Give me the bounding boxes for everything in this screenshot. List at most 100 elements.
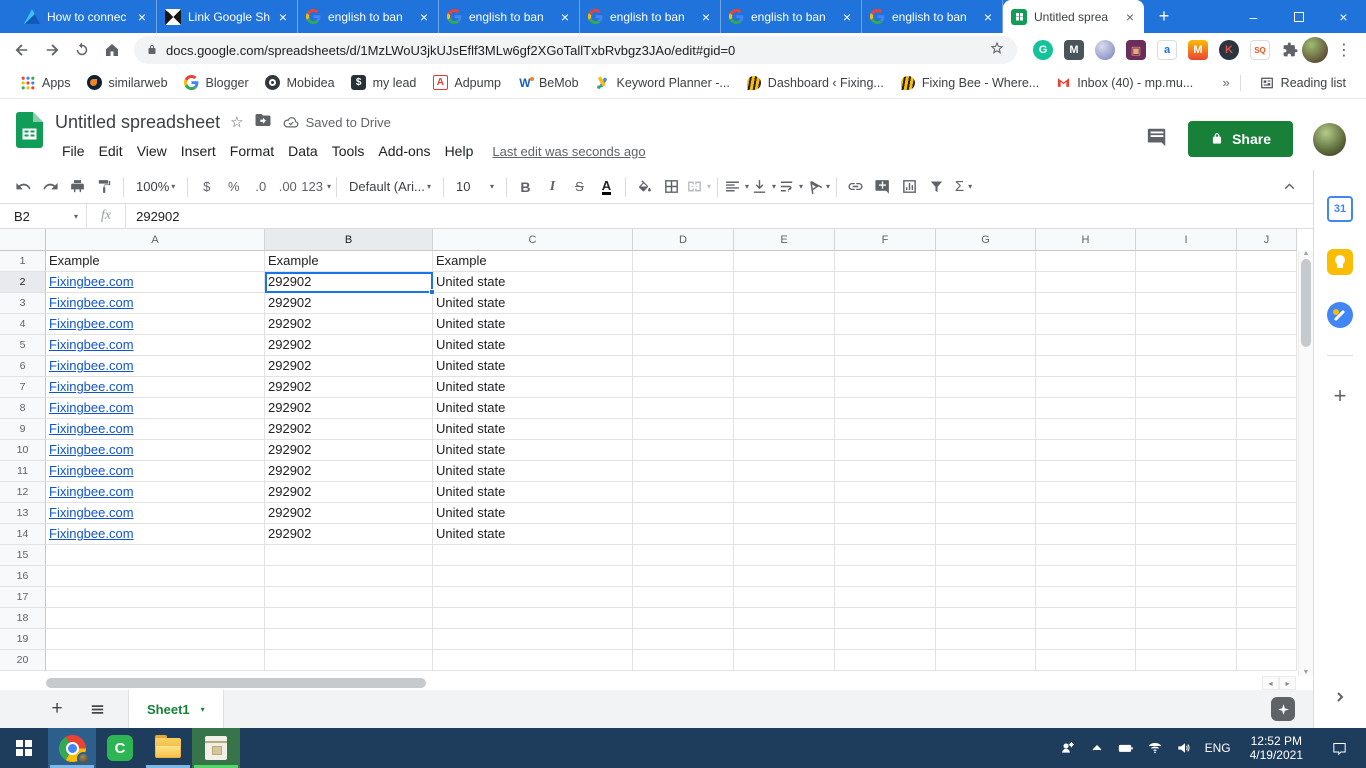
row-header-19[interactable]: 19 — [0, 629, 46, 650]
column-header-E[interactable]: E — [734, 229, 835, 251]
increase-decimal-button[interactable]: .00 — [274, 174, 301, 200]
cell-C20[interactable] — [433, 650, 633, 671]
cell-B13[interactable]: 292902 — [265, 503, 433, 524]
cell-F11[interactable] — [835, 461, 936, 482]
cell-D17[interactable] — [633, 587, 734, 608]
file-explorer-taskbar-icon[interactable] — [144, 728, 192, 768]
browser-tab[interactable]: english to ban× — [298, 0, 439, 33]
cell-I14[interactable] — [1136, 524, 1237, 545]
cell-H9[interactable] — [1036, 419, 1136, 440]
clock[interactable]: 12:52 PM 4/19/2021 — [1244, 734, 1309, 762]
bookmark-similarweb[interactable]: similarweb — [79, 75, 176, 91]
cell-J13[interactable] — [1237, 503, 1297, 524]
cell-E3[interactable] — [734, 293, 835, 314]
cell-D20[interactable] — [633, 650, 734, 671]
cell-D19[interactable] — [633, 629, 734, 650]
cell-C15[interactable] — [433, 545, 633, 566]
vertical-scroll-thumb[interactable] — [1301, 259, 1311, 347]
cell-B10[interactable]: 292902 — [265, 440, 433, 461]
column-header-G[interactable]: G — [936, 229, 1036, 251]
row-header-20[interactable]: 20 — [0, 650, 46, 671]
cell-A17[interactable] — [46, 587, 265, 608]
column-header-B[interactable]: B — [265, 229, 433, 251]
cell-I12[interactable] — [1136, 482, 1237, 503]
menu-view[interactable]: View — [130, 140, 174, 162]
cell-J5[interactable] — [1237, 335, 1297, 356]
cell-A5[interactable]: Fixingbee.com — [46, 335, 265, 356]
cell-G8[interactable] — [936, 398, 1036, 419]
menu-help[interactable]: Help — [438, 140, 481, 162]
cell-F20[interactable] — [835, 650, 936, 671]
cell-I11[interactable] — [1136, 461, 1237, 482]
cell-F14[interactable] — [835, 524, 936, 545]
browser-profile-avatar[interactable] — [1302, 37, 1328, 63]
cell-D7[interactable] — [633, 377, 734, 398]
cell-E12[interactable] — [734, 482, 835, 503]
tab-close-icon[interactable]: × — [841, 10, 853, 24]
cell-A15[interactable] — [46, 545, 265, 566]
horizontal-scroll-thumb[interactable] — [46, 678, 426, 688]
cell-H6[interactable] — [1036, 356, 1136, 377]
cell-A14[interactable]: Fixingbee.com — [46, 524, 265, 545]
format-currency-button[interactable]: $ — [193, 174, 220, 200]
cell-G12[interactable] — [936, 482, 1036, 503]
cell-C3[interactable]: United state — [433, 293, 633, 314]
bold-button[interactable]: B — [512, 174, 539, 200]
cell-A11[interactable]: Fixingbee.com — [46, 461, 265, 482]
reading-list-button[interactable]: Reading list — [1251, 75, 1354, 91]
action-center-button[interactable] — [1322, 740, 1356, 757]
browser-tab[interactable]: english to ban× — [439, 0, 580, 33]
cell-J9[interactable] — [1237, 419, 1297, 440]
font-select[interactable]: Default (Ari...▾ — [342, 174, 438, 200]
text-wrap-button[interactable]: ▾ — [777, 174, 804, 200]
cell-C8[interactable]: United state — [433, 398, 633, 419]
cell-H16[interactable] — [1036, 566, 1136, 587]
show-hidden-icons-chevron[interactable] — [1089, 740, 1105, 756]
cell-A4[interactable]: Fixingbee.com — [46, 314, 265, 335]
cell-J7[interactable] — [1237, 377, 1297, 398]
cell-D3[interactable] — [633, 293, 734, 314]
row-header-11[interactable]: 11 — [0, 461, 46, 482]
bookmark-apps-grid[interactable]: Apps — [12, 75, 79, 91]
collapse-panel-button[interactable] — [1334, 690, 1346, 708]
cell-E16[interactable] — [734, 566, 835, 587]
tab-close-icon[interactable]: × — [277, 10, 289, 24]
cell-C7[interactable]: United state — [433, 377, 633, 398]
insert-link-button[interactable] — [842, 174, 869, 200]
cell-E19[interactable] — [734, 629, 835, 650]
extensions-puzzle-button[interactable] — [1280, 40, 1300, 60]
cell-H7[interactable] — [1036, 377, 1136, 398]
saved-status[interactable]: Saved to Drive — [282, 113, 391, 131]
cell-E9[interactable] — [734, 419, 835, 440]
cell-C16[interactable] — [433, 566, 633, 587]
cell-A10[interactable]: Fixingbee.com — [46, 440, 265, 461]
browser-tab[interactable]: english to ban× — [862, 0, 1003, 33]
formula-input[interactable]: 292902 — [126, 209, 179, 224]
cell-C2[interactable]: United state — [433, 272, 633, 293]
cell-C18[interactable] — [433, 608, 633, 629]
cell-J3[interactable] — [1237, 293, 1297, 314]
cell-I3[interactable] — [1136, 293, 1237, 314]
italic-button[interactable]: I — [539, 174, 566, 200]
camtasia-taskbar-icon[interactable]: C — [96, 728, 144, 768]
cell-C9[interactable]: United state — [433, 419, 633, 440]
cell-C17[interactable] — [433, 587, 633, 608]
tab-close-icon[interactable]: × — [1124, 10, 1136, 24]
row-header-7[interactable]: 7 — [0, 377, 46, 398]
bookmark-money-bag[interactable]: $my lead — [343, 75, 425, 91]
cell-B14[interactable]: 292902 — [265, 524, 433, 545]
cell-G7[interactable] — [936, 377, 1036, 398]
cell-D13[interactable] — [633, 503, 734, 524]
cell-G2[interactable] — [936, 272, 1036, 293]
insert-chart-button[interactable] — [896, 174, 923, 200]
borders-button[interactable] — [658, 174, 685, 200]
menu-format[interactable]: Format — [223, 140, 281, 162]
cell-D18[interactable] — [633, 608, 734, 629]
cell-E2[interactable] — [734, 272, 835, 293]
cell-A2[interactable]: Fixingbee.com — [46, 272, 265, 293]
cell-H12[interactable] — [1036, 482, 1136, 503]
cell-E8[interactable] — [734, 398, 835, 419]
all-sheets-button[interactable] — [84, 701, 110, 718]
cell-A1[interactable]: Example — [46, 251, 265, 272]
column-header-D[interactable]: D — [633, 229, 734, 251]
